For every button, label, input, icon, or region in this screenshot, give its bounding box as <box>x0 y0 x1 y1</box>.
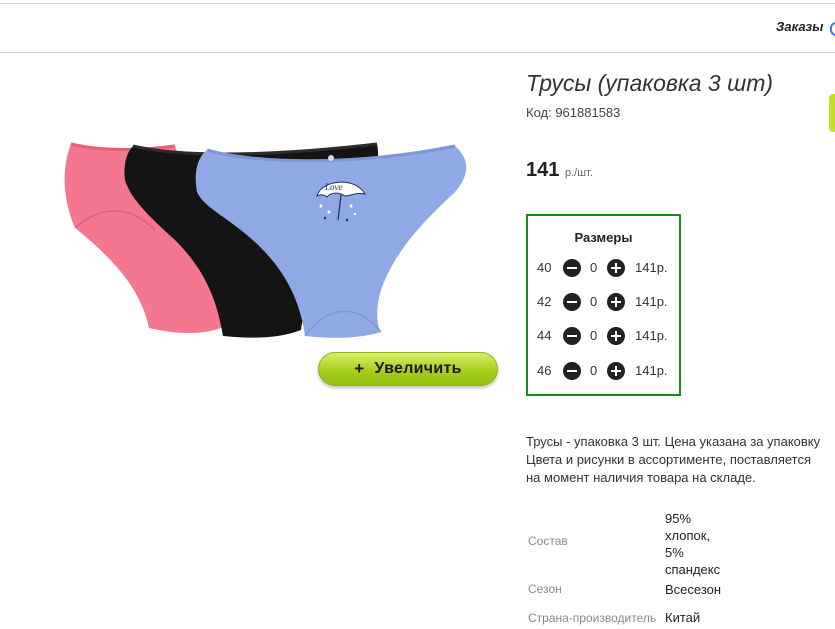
product-description: Трусы - упаковка 3 шт. Цена указана за у… <box>526 433 835 487</box>
header-divider <box>0 52 835 53</box>
property-value-season: Всесезон <box>665 582 722 597</box>
property-label-country: Страна-производитель <box>528 611 657 625</box>
size-price: 141р. <box>635 363 668 378</box>
property-label-composition: Состав <box>528 534 568 548</box>
increase-icon[interactable] <box>607 362 625 380</box>
size-row: 40 0 141р. <box>528 258 679 278</box>
quantity-value: 0 <box>590 260 598 275</box>
product-code: Код: 961881583 <box>526 105 621 120</box>
zoom-button-label: Увеличить <box>374 360 462 377</box>
property-value-composition: 95% хлопок, 5% спандекс <box>665 510 720 578</box>
zoom-button[interactable]: + Увеличить <box>318 352 498 386</box>
top-divider <box>0 3 835 4</box>
size-row: 44 0 141р. <box>528 326 679 346</box>
svg-text:Love: Love <box>324 182 343 192</box>
increase-icon[interactable] <box>607 327 625 345</box>
decrease-icon[interactable] <box>563 293 581 311</box>
increase-icon[interactable] <box>607 259 625 277</box>
composition-line: 95% <box>665 511 692 526</box>
size-label: 46 <box>537 363 552 378</box>
description-line: на момент наличия товара на складе. <box>526 470 756 485</box>
sizes-title: Размеры <box>574 230 633 245</box>
decrease-icon[interactable] <box>563 259 581 277</box>
plus-icon: + <box>354 359 365 378</box>
decrease-icon[interactable] <box>563 362 581 380</box>
increase-icon[interactable] <box>607 293 625 311</box>
quantity-value: 0 <box>590 294 598 309</box>
product-image[interactable]: Love <box>55 140 475 350</box>
sizes-panel: Размеры 40 0 141р. 42 0 141р. 44 0 141р.… <box>526 214 681 396</box>
side-tab[interactable] <box>829 94 835 132</box>
composition-line: 5% <box>665 545 684 560</box>
orders-link[interactable]: Заказы <box>776 19 823 34</box>
property-label-season: Сезон <box>528 582 562 596</box>
product-title: Трусы (упаковка 3 шт) <box>526 70 774 96</box>
cart-icon-edge[interactable] <box>830 22 835 36</box>
description-line: Трусы - упаковка 3 шт. Цена указана за у… <box>526 434 821 449</box>
size-label: 42 <box>537 294 552 309</box>
property-value-country: Китай <box>665 610 701 625</box>
size-label: 44 <box>537 328 552 343</box>
size-row: 46 0 141р. <box>528 361 679 381</box>
size-row: 42 0 141р. <box>528 292 679 312</box>
quantity-value: 0 <box>590 328 598 343</box>
product-price: 141 <box>526 159 560 181</box>
quantity-value: 0 <box>590 363 598 378</box>
size-label: 40 <box>537 260 552 275</box>
price-unit: р./шт. <box>565 167 593 179</box>
size-price: 141р. <box>635 294 668 309</box>
size-price: 141р. <box>635 328 668 343</box>
size-price: 141р. <box>635 260 668 275</box>
decrease-icon[interactable] <box>563 327 581 345</box>
description-line: Цвета и рисунки в ассортименте, поставля… <box>526 452 812 467</box>
composition-line: спандекс <box>665 562 721 577</box>
composition-line: хлопок, <box>665 528 711 543</box>
